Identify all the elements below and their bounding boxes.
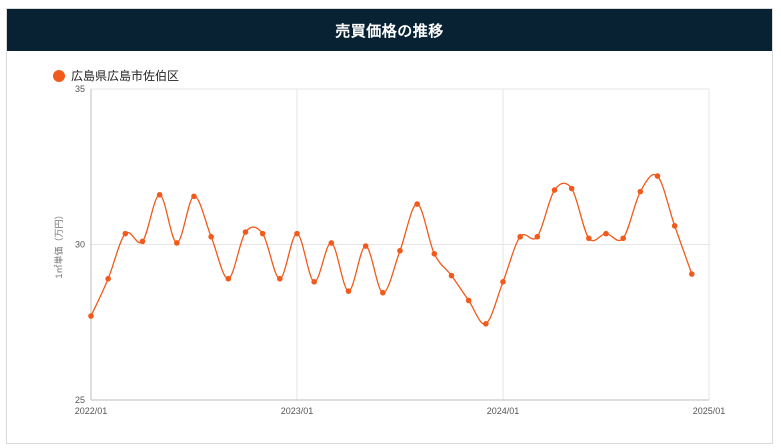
data-point bbox=[156, 191, 163, 198]
data-point bbox=[397, 247, 403, 254]
data-point bbox=[586, 235, 592, 242]
data-point bbox=[500, 279, 506, 285]
data-point bbox=[294, 230, 300, 237]
data-point bbox=[414, 201, 420, 207]
data-point bbox=[105, 275, 111, 282]
data-point bbox=[448, 272, 455, 279]
data-point bbox=[465, 297, 472, 304]
data-point bbox=[380, 289, 386, 296]
data-point bbox=[88, 313, 94, 319]
data-point bbox=[225, 275, 232, 282]
data-point bbox=[242, 229, 249, 235]
data-point bbox=[671, 223, 678, 229]
data-point bbox=[328, 240, 335, 246]
data-point bbox=[362, 243, 369, 249]
line-chart: 25 30 35 2022/01 2023/01 2024/01 2025/01 1㎡単価（万… bbox=[53, 84, 726, 416]
data-point bbox=[208, 233, 214, 240]
data-point bbox=[174, 240, 180, 246]
data-point bbox=[568, 185, 575, 192]
data-point bbox=[277, 275, 283, 282]
data-point bbox=[654, 173, 661, 179]
series-line bbox=[90, 173, 693, 325]
y-axis-label: 1㎡単価（万円） bbox=[53, 210, 64, 278]
y-tick-label: 25 bbox=[75, 395, 85, 405]
data-point bbox=[311, 279, 317, 285]
y-tick-label: 30 bbox=[75, 240, 85, 250]
data-point bbox=[551, 187, 558, 193]
data-point bbox=[139, 238, 146, 245]
x-tick-label: 2022/01 bbox=[75, 406, 108, 416]
data-point bbox=[431, 251, 438, 257]
y-tick-label: 35 bbox=[75, 84, 85, 94]
data-point bbox=[637, 188, 644, 195]
data-point bbox=[603, 230, 609, 237]
data-point bbox=[122, 230, 129, 237]
data-point bbox=[689, 271, 695, 277]
data-point bbox=[534, 233, 541, 240]
x-tick-label: 2023/01 bbox=[281, 406, 314, 416]
data-point bbox=[517, 233, 523, 240]
data-point bbox=[345, 288, 352, 294]
data-point bbox=[259, 230, 266, 237]
data-point bbox=[483, 321, 489, 327]
x-tick-label: 2025/01 bbox=[693, 406, 726, 416]
data-point bbox=[191, 193, 197, 200]
data-point bbox=[620, 235, 626, 242]
x-tick-label: 2024/01 bbox=[487, 406, 520, 416]
